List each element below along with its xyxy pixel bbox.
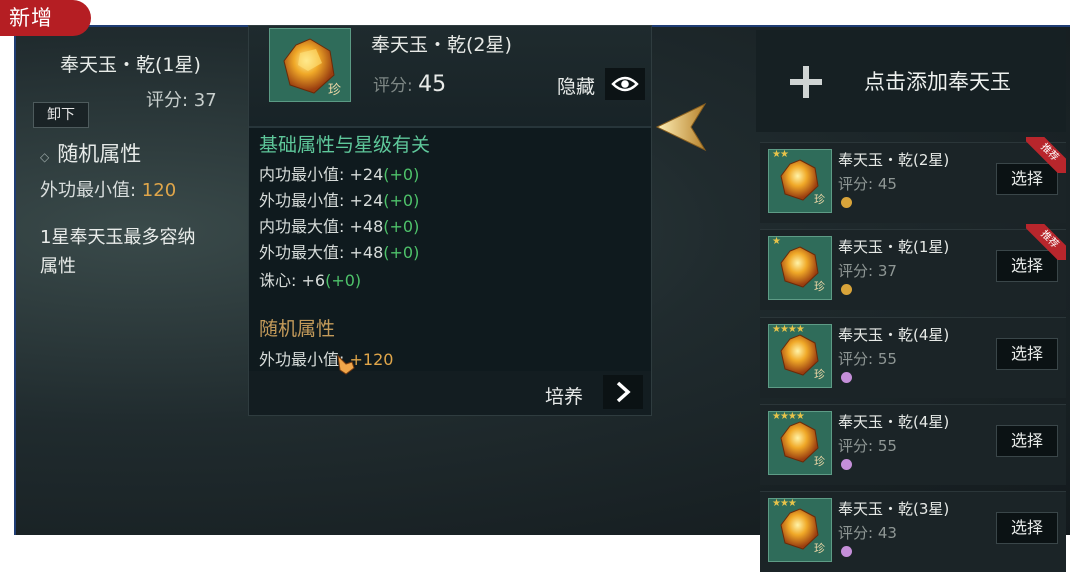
cultivate-label: 培养 [545, 386, 584, 408]
hide-label: 隐藏 [557, 76, 596, 98]
rarity-tag: 珍 [814, 193, 825, 206]
random-attr-row: 外功最小值: +120 [259, 346, 393, 370]
unload-button[interactable]: 卸下 [33, 102, 89, 128]
rarity-tag: 珍 [814, 368, 825, 381]
star-rating: ★★ [772, 149, 789, 160]
rarity-tag: 珍 [814, 455, 825, 468]
plus-icon [790, 66, 822, 98]
eye-icon [611, 76, 639, 92]
chevron-right-icon [616, 381, 631, 403]
item-tooltip: 珍 奉天玉・乾(2星) 评分: 45 隐藏 基础属性与星级有关 内功最小值: +… [248, 25, 652, 416]
attr-bonus: (+0) [325, 271, 362, 290]
attr-row: 内功最小值: +24(+0) [259, 161, 419, 185]
gem-name: 奉天玉・乾(1星) [838, 238, 950, 256]
quality-dot [841, 284, 852, 295]
tooltip-score-label: 评分: [373, 76, 413, 96]
capacity-note: 1星奉天玉最多容纳 属性 [40, 223, 245, 281]
star-rating: ★★★★ [772, 411, 805, 422]
star-rating: ★★★ [772, 498, 797, 509]
attr-row: 诛心: +6(+0) [259, 267, 361, 291]
gem-card[interactable]: ★★★★ 珍 奉天玉・乾(4星) 评分: 55 选择 [760, 404, 1066, 485]
basic-attr-heading: 基础属性与星级有关 [259, 134, 431, 156]
attr-bonus: (+0) [383, 191, 420, 210]
new-badge: 新增 [0, 0, 91, 36]
attr-label: 内功最小值: +24 [259, 165, 384, 184]
rarity-tag: 珍 [814, 280, 825, 293]
add-gem-label: 点击添加奉天玉 [864, 70, 1011, 94]
equipped-item-title: 奉天玉・乾(1星) [60, 54, 201, 76]
select-button[interactable]: 选择 [996, 338, 1058, 370]
rarity-tag: 珍 [328, 83, 342, 98]
gem-card[interactable]: ★★ 珍奉天玉・乾(2星) 评分: 45 选择 推荐 [760, 137, 1066, 223]
random-attr-heading: ◇ 随机属性 [40, 138, 141, 168]
select-button[interactable]: 选择 [996, 425, 1058, 457]
diamond-icon: ◇ [40, 150, 50, 164]
equipped-stat-label: 外功最小值: [40, 180, 142, 201]
gem-score: 评分: 43 [838, 524, 897, 542]
capacity-note-line2: 属性 [40, 256, 76, 277]
hand-cursor-icon [337, 354, 355, 375]
recommend-ribbon: 推荐 [1026, 224, 1066, 260]
gem-name: 奉天玉・乾(4星) [838, 413, 950, 431]
gem-card[interactable]: ★ 珍奉天玉・乾(1星) 评分: 37 选择 推荐 [760, 224, 1066, 310]
attr-bonus: (+0) [383, 165, 420, 184]
gem-score: 评分: 55 [838, 437, 897, 455]
quality-dot [841, 459, 852, 470]
quality-dot [841, 372, 852, 383]
gem-card[interactable]: ★★★ 珍 奉天玉・乾(3星) 评分: 43 选择 [760, 491, 1066, 572]
capacity-note-line1: 1星奉天玉最多容纳 [40, 227, 196, 248]
attr-bonus: (+0) [383, 217, 420, 236]
gem-score: 评分: 55 [838, 350, 897, 368]
gem-card[interactable]: ★★★★ 珍 奉天玉・乾(4星) 评分: 55 选择 [760, 317, 1066, 398]
gem-name: 奉天玉・乾(2星) [838, 151, 950, 169]
attr-label: 外功最大值: +48 [259, 243, 384, 262]
gem-name: 奉天玉・乾(4星) [838, 326, 950, 344]
attr-label: 诛心: +6 [259, 271, 326, 290]
tooltip-score: 评分: 45 [373, 71, 446, 97]
tooltip-title: 奉天玉・乾(2星) [371, 34, 512, 56]
equipped-stat: 外功最小值: 120 [40, 176, 176, 202]
attr-bonus: (+0) [383, 243, 420, 262]
random-attr-section-heading: 随机属性 [259, 318, 336, 340]
attr-row: 外功最小值: +24(+0) [259, 187, 419, 211]
equipped-item-score: 评分: 37 [146, 90, 217, 111]
quality-dot [841, 197, 852, 208]
gold-arrow-icon [655, 102, 707, 152]
attr-label: 外功最小值: +24 [259, 191, 384, 210]
quality-dot [841, 546, 852, 557]
tooltip-divider [249, 126, 651, 128]
random-attr-heading-text: 随机属性 [57, 142, 142, 166]
recommend-ribbon-text: 推荐 [1026, 137, 1066, 173]
attr-row: 内功最大值: +48(+0) [259, 213, 419, 237]
gem-score: 评分: 45 [838, 175, 897, 193]
cultivate-button[interactable] [603, 375, 643, 409]
gem-name: 奉天玉・乾(3星) [838, 500, 950, 518]
rarity-tag: 珍 [814, 542, 825, 555]
star-rating: ★★★★ [772, 324, 805, 335]
recommend-ribbon-text: 推荐 [1026, 224, 1066, 260]
hide-toggle-button[interactable] [605, 68, 645, 100]
equipped-stat-value: 120 [141, 180, 177, 201]
recommend-ribbon: 推荐 [1026, 137, 1066, 173]
star-rating: ★ [772, 236, 781, 247]
gem-icon: 珍 [269, 28, 351, 102]
tooltip-score-value: 45 [418, 72, 447, 97]
select-button[interactable]: 选择 [996, 512, 1058, 544]
attr-row: 外功最大值: +48(+0) [259, 239, 419, 263]
tooltip-footer [249, 371, 651, 415]
attr-label: 内功最大值: +48 [259, 217, 384, 236]
gem-score: 评分: 37 [838, 262, 897, 280]
